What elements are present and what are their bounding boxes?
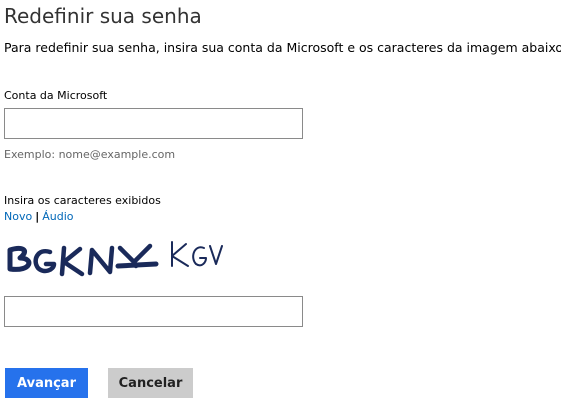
captcha-new-link[interactable]: Novo — [4, 210, 32, 223]
intro-text: Para redefinir sua senha, insira sua con… — [4, 40, 561, 55]
captcha-label: Insira os caracteres exibidos — [4, 194, 161, 207]
reset-password-page: Redefinir sua senha Para redefinir sua s… — [0, 0, 561, 405]
captcha-image — [7, 241, 223, 277]
page-title: Redefinir sua senha — [4, 4, 202, 28]
captcha-links: Novo | Áudio — [4, 210, 74, 223]
account-label: Conta da Microsoft — [4, 89, 108, 102]
captcha-link-separator: | — [35, 210, 40, 223]
captcha-audio-link[interactable]: Áudio — [42, 210, 73, 223]
account-input[interactable] — [4, 108, 303, 139]
account-hint: Exemplo: nome@example.com — [4, 148, 176, 161]
cancel-button[interactable]: Cancelar — [108, 368, 193, 398]
captcha-input[interactable] — [4, 296, 303, 327]
next-button[interactable]: Avançar — [5, 368, 88, 398]
